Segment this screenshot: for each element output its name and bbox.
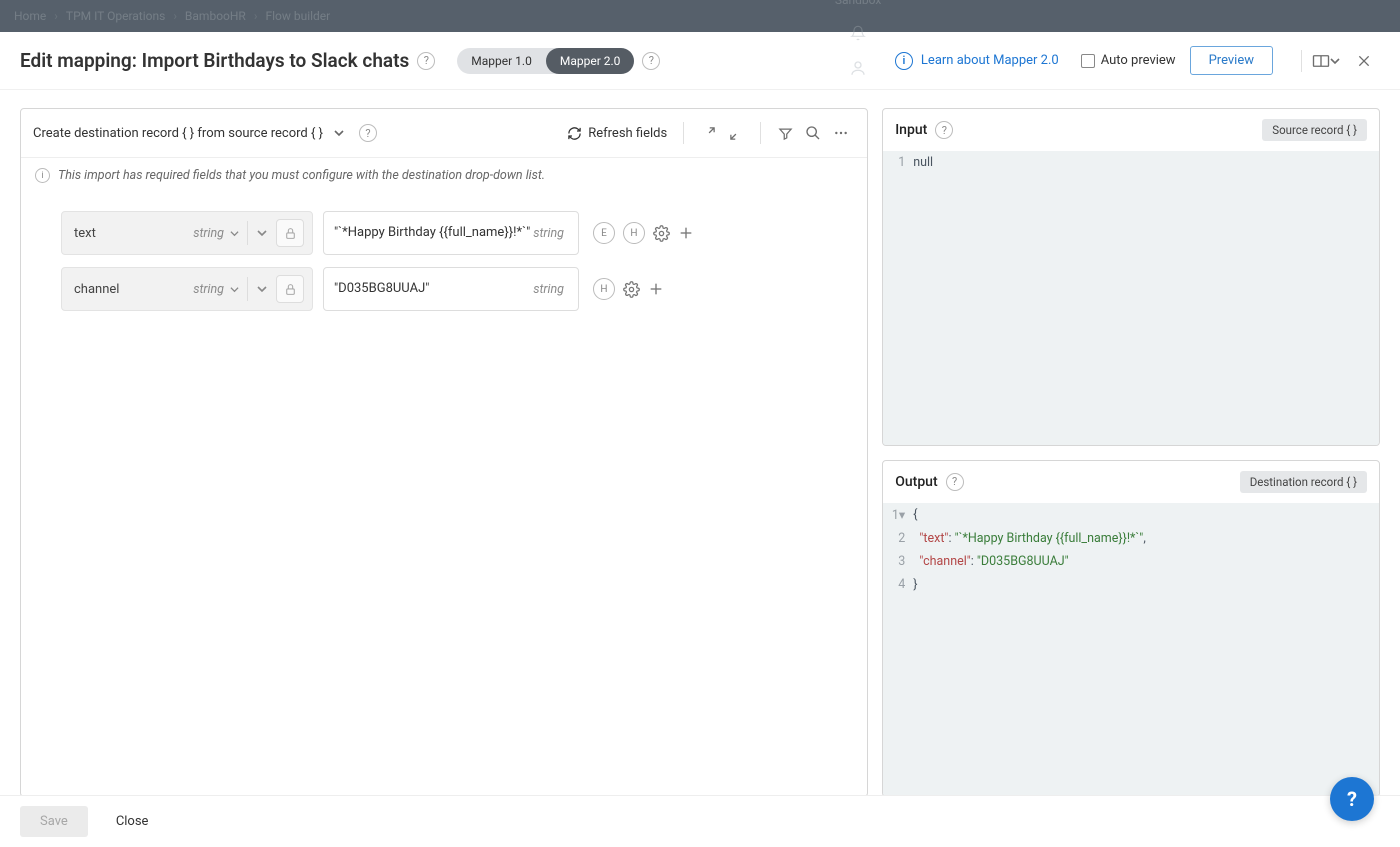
more-icon[interactable]	[827, 119, 855, 147]
required-fields-notice: i This import has required fields that y…	[21, 158, 867, 193]
close-button[interactable]: Close	[112, 806, 153, 837]
destination-field[interactable]: text string	[61, 211, 313, 255]
gear-icon[interactable]	[623, 281, 640, 298]
source-type: string	[533, 282, 564, 297]
destination-field[interactable]: channel string	[61, 267, 313, 311]
lock-icon[interactable]	[276, 275, 304, 303]
destination-name: channel	[74, 282, 193, 297]
filter-icon[interactable]	[771, 119, 799, 147]
lock-icon[interactable]	[276, 219, 304, 247]
input-help-icon[interactable]: ?	[935, 121, 953, 139]
destination-type: string	[193, 282, 224, 297]
e-badge[interactable]: E	[593, 222, 615, 244]
destination-type: string	[193, 226, 224, 241]
destination-name: text	[74, 226, 193, 241]
source-value: "D035BG8UUAJ"	[334, 280, 533, 299]
save-button: Save	[20, 806, 88, 837]
input-tag: Source record { }	[1262, 119, 1367, 141]
refresh-label: Refresh fields	[588, 126, 667, 141]
app-bar: Home› TPM IT Operations› BambooHR› Flow …	[0, 0, 1400, 32]
refresh-fields-button[interactable]: Refresh fields	[567, 126, 667, 141]
chevron-down-icon[interactable]	[256, 227, 268, 239]
mapping-header-label[interactable]: Create destination record { } from sourc…	[33, 126, 323, 141]
input-title: Input	[895, 122, 927, 138]
plus-icon[interactable]	[678, 225, 694, 241]
caret-down-icon[interactable]	[230, 285, 239, 294]
expand-icon[interactable]	[694, 119, 722, 147]
mapping-row: channel string "D035BG8UUAJ" string H	[61, 267, 857, 311]
output-code[interactable]: 1▾{2 "text": "`*Happy Birthday {{full_na…	[883, 503, 1379, 797]
mapping-row: text string "`*Happy Birthday {{full_nam…	[61, 211, 857, 255]
info-icon: i	[35, 168, 50, 183]
source-expression[interactable]: "`*Happy Birthday {{full_name}}!*`" stri…	[323, 211, 579, 255]
mapping-panel-header: Create destination record { } from sourc…	[21, 109, 867, 158]
chevron-down-icon[interactable]	[256, 283, 268, 295]
source-type: string	[533, 226, 564, 241]
source-value: "`*Happy Birthday {{full_name}}!*`"	[334, 224, 533, 243]
collapse-icon[interactable]	[722, 119, 750, 147]
input-panel: Input ? Source record { } 1null	[882, 108, 1380, 446]
source-expression[interactable]: "D035BG8UUAJ" string	[323, 267, 579, 311]
mapping-help-icon[interactable]: ?	[359, 124, 377, 142]
help-fab[interactable]: ?	[1330, 777, 1374, 821]
output-title: Output	[895, 474, 937, 490]
input-code[interactable]: 1null	[883, 151, 1379, 445]
h-badge[interactable]: H	[623, 222, 645, 244]
gear-icon[interactable]	[653, 225, 670, 242]
chevron-down-icon[interactable]	[333, 127, 345, 139]
caret-down-icon[interactable]	[230, 229, 239, 238]
output-tag: Destination record { }	[1240, 471, 1367, 493]
footer: Save Close	[0, 795, 1400, 847]
mapping-panel: Create destination record { } from sourc…	[20, 108, 868, 797]
notice-text: This import has required fields that you…	[58, 168, 545, 183]
output-panel: Output ? Destination record { } 1▾{2 "te…	[882, 460, 1380, 798]
output-help-icon[interactable]: ?	[946, 473, 964, 491]
search-icon[interactable]	[799, 119, 827, 147]
plus-icon[interactable]	[648, 281, 664, 297]
h-badge[interactable]: H	[593, 278, 615, 300]
avatar-icon[interactable]	[849, 59, 867, 77]
